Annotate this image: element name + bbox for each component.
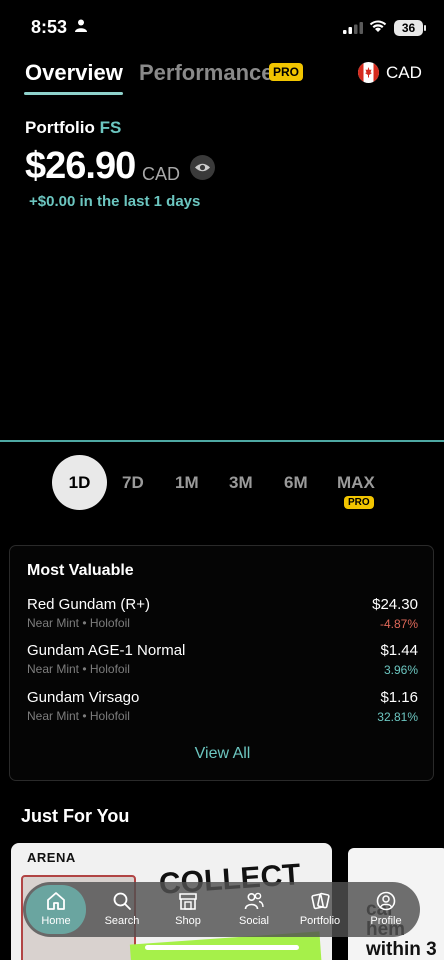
range-max-button[interactable]: MAX xyxy=(337,473,375,493)
portfolio-value-currency: CAD xyxy=(142,164,181,184)
chart-line xyxy=(0,440,444,442)
battery-indicator: 36 xyxy=(394,20,423,36)
tab-overview[interactable]: Overview xyxy=(25,60,123,86)
list-item[interactable]: Red Gundam (R+) Near Mint • Holofoil $24… xyxy=(27,596,418,636)
nav-home[interactable]: Home xyxy=(23,882,89,937)
range-1m-button[interactable]: 1M xyxy=(175,473,199,493)
item-price: $24.30 xyxy=(372,596,418,613)
item-meta: Near Mint • Holofoil xyxy=(27,616,130,630)
nav-search-label: Search xyxy=(104,915,140,927)
portfolio-code: FS xyxy=(99,118,122,137)
status-time: 8:53 xyxy=(31,17,68,37)
portfolio-label[interactable]: Portfolio FS xyxy=(25,118,121,138)
search-icon xyxy=(113,892,131,910)
list-item[interactable]: Gundam AGE-1 Normal Near Mint • Holofoil… xyxy=(27,642,418,682)
item-name: Gundam AGE-1 Normal xyxy=(27,642,186,659)
nav-social[interactable]: Social xyxy=(221,882,287,937)
social-icon xyxy=(244,892,264,910)
most-valuable-title: Most Valuable xyxy=(27,562,134,579)
range-6m-button[interactable]: 6M xyxy=(284,473,308,493)
status-bar: 8:53 36 xyxy=(0,0,444,50)
signal-icon xyxy=(343,22,363,34)
profile-icon xyxy=(376,891,396,911)
portfolio-value-row: $26.90 CAD xyxy=(25,145,180,189)
portfolio-chart[interactable] xyxy=(0,230,444,442)
range-3m-button[interactable]: 3M xyxy=(229,473,253,493)
nav-search[interactable]: Search xyxy=(89,882,155,937)
item-change: 3.96% xyxy=(383,663,418,677)
wifi-icon xyxy=(369,20,387,32)
portfolio-change: +$0.00 in the last 1 days xyxy=(29,193,201,210)
nav-portfolio-label: Portfolio xyxy=(299,915,341,927)
shop-icon xyxy=(179,893,197,910)
range-7d-button[interactable]: 7D xyxy=(122,473,144,493)
tab-performance[interactable]: Performance xyxy=(139,60,274,86)
nav-shop-label: Shop xyxy=(175,915,201,927)
item-change: -4.87% xyxy=(379,617,418,631)
nav-social-label: Social xyxy=(239,915,269,927)
nav-profile-label: Profile xyxy=(370,915,402,927)
item-change: 32.81% xyxy=(377,710,418,724)
nav-home-label: Home xyxy=(41,915,71,927)
range-max-pro-badge: PRO xyxy=(344,496,374,509)
cards-icon xyxy=(311,892,330,910)
item-meta: Near Mint • Holofoil xyxy=(27,662,130,676)
just-for-you-title: Just For You xyxy=(21,806,130,826)
view-all-link[interactable]: View All xyxy=(10,745,435,763)
eye-icon[interactable] xyxy=(190,155,215,180)
currency-selector[interactable]: CAD xyxy=(386,63,422,83)
portfolio-value: $26.90 xyxy=(25,145,136,187)
nav-profile[interactable]: Profile xyxy=(353,882,419,937)
promo2-line3: within 3 d xyxy=(366,939,437,960)
performance-pro-badge: PRO xyxy=(269,63,304,81)
promo-brand: ARENA xyxy=(27,850,76,865)
item-price: $1.16 xyxy=(380,689,418,706)
home-indicator[interactable] xyxy=(145,945,299,950)
bottom-nav: Home Search Shop Social Portfolio Profil… xyxy=(23,882,420,937)
item-name: Gundam Virsago xyxy=(27,689,140,706)
nav-portfolio[interactable]: Portfolio xyxy=(287,882,353,937)
item-name: Red Gundam (R+) xyxy=(27,596,150,613)
canada-flag-icon[interactable] xyxy=(358,62,379,83)
range-1d-button[interactable]: 1D xyxy=(52,455,107,510)
home-icon xyxy=(47,892,65,910)
item-meta: Near Mint • Holofoil xyxy=(27,709,130,723)
battery-cap xyxy=(424,25,426,31)
tab-overview-underline xyxy=(24,92,123,95)
most-valuable-card: Most Valuable Red Gundam (R+) Near Mint … xyxy=(9,545,434,781)
portfolio-label-text: Portfolio xyxy=(25,118,95,137)
list-item[interactable]: Gundam Virsago Near Mint • Holofoil $1.1… xyxy=(27,689,418,729)
person-icon xyxy=(75,19,87,32)
nav-shop[interactable]: Shop xyxy=(155,882,221,937)
item-price: $1.44 xyxy=(380,642,418,659)
